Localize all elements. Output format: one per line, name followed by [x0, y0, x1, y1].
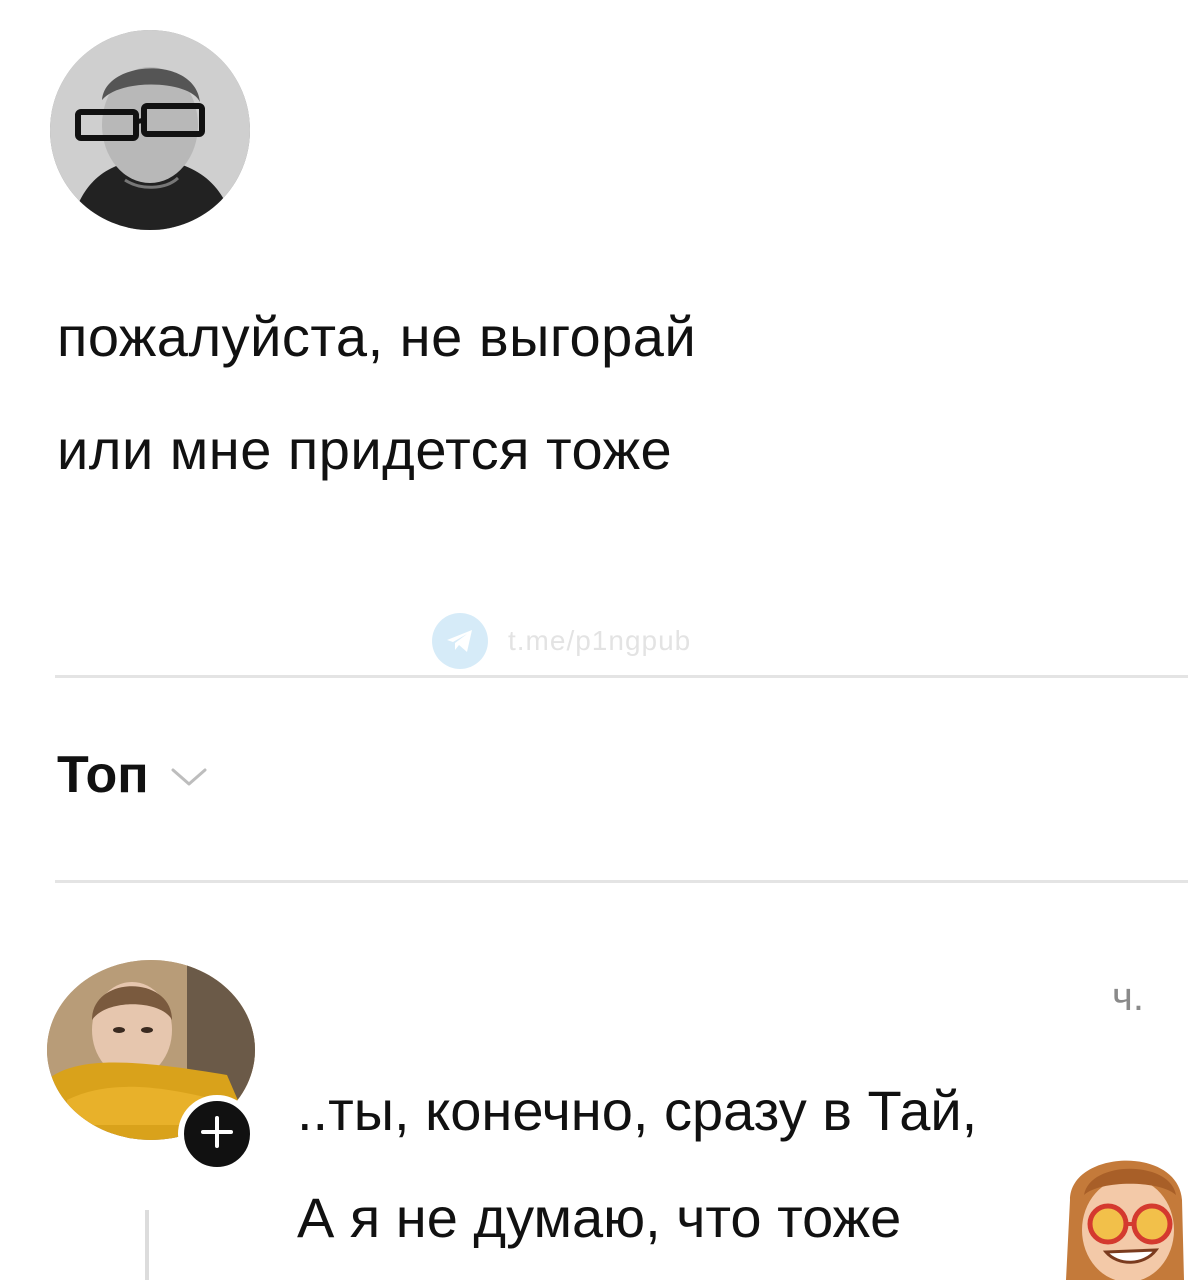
author-avatar[interactable] [50, 30, 250, 230]
watermark-text: t.me/p1ngpub [508, 625, 692, 656]
comment-line-2: А я не думаю, что тоже [297, 1186, 902, 1249]
sort-label: Топ [57, 746, 149, 804]
sunglasses-face-sticker [1060, 1140, 1188, 1282]
chevron-down-icon [169, 765, 209, 794]
plus-icon [197, 1112, 237, 1157]
channel-watermark: t.me/p1ngpub [432, 613, 691, 669]
post-text: пожалуйста, не выгорай или мне придется … [57, 280, 1057, 506]
comment-timestamp: ч. [1112, 975, 1144, 1019]
post-line-2: или мне придется тоже [57, 418, 673, 481]
telegram-icon [432, 613, 488, 669]
divider [55, 880, 1188, 883]
follow-button[interactable] [178, 1095, 256, 1173]
comment-line-1: ..ты, конечно, сразу в Тай, [297, 1079, 978, 1142]
comment-text: ..ты, конечно, сразу в Тай, А я не думаю… [297, 1057, 977, 1271]
post-line-1: пожалуйста, не выгорай [57, 305, 697, 368]
thread-line [145, 1210, 149, 1280]
author-photo [50, 30, 250, 230]
comments-sort-dropdown[interactable]: Топ [57, 745, 209, 805]
divider [55, 675, 1188, 678]
